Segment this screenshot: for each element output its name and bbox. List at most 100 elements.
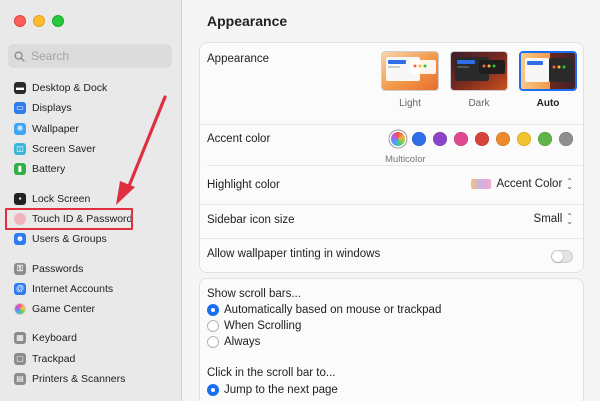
scroll-option-label: When Scrolling bbox=[224, 320, 302, 332]
auto-thumbnail[interactable] bbox=[519, 51, 577, 91]
search-input[interactable] bbox=[31, 49, 161, 63]
radio-button[interactable] bbox=[207, 304, 219, 316]
search-field[interactable] bbox=[8, 44, 172, 68]
highlight-color-swatch bbox=[471, 179, 492, 189]
dark-thumbnail[interactable] bbox=[450, 51, 508, 91]
sidebar-item-passwords[interactable]: ⚿ Passwords bbox=[0, 258, 182, 278]
sidebar-group: ▬ Desktop & Dock ▭ Displays ❋ Wallpaper ◫ Scree… bbox=[0, 78, 182, 179]
scroll-bars-label: Show scroll bars... bbox=[207, 288, 301, 300]
sidebar-item-label: Game Center bbox=[32, 303, 96, 316]
accent-swatch[interactable] bbox=[475, 132, 489, 146]
highlight-color-popup[interactable]: Accent Color ⌃ ⌄ bbox=[471, 177, 573, 191]
sidebar-item-desktop-and-dock[interactable]: ▬ Desktop & Dock bbox=[0, 78, 182, 98]
sidebar-item-label: Screen Saver bbox=[32, 143, 96, 156]
sidebar-item-internet-accounts[interactable]: @ Internet Accounts bbox=[0, 279, 182, 299]
accent-swatch[interactable] bbox=[559, 132, 573, 146]
sidebar-item-label: Internet Accounts bbox=[32, 282, 114, 295]
sidebar-item-battery[interactable]: ▮ Battery bbox=[0, 159, 182, 179]
appearance-row: Appearance Light Dark Auto bbox=[200, 43, 583, 125]
wallpaper-tinting-label: Allow wallpaper tinting in windows bbox=[207, 248, 381, 260]
sidebar-item-label: Users & Groups bbox=[32, 233, 107, 246]
dock-icon: ▬ bbox=[14, 82, 26, 95]
keyboard-icon: ▦ bbox=[14, 332, 26, 345]
printer-icon: ▤ bbox=[14, 373, 26, 385]
sidebar-item-users-and-groups[interactable]: ☻ Users & Groups bbox=[0, 229, 182, 249]
accent-color-label: Accent color bbox=[207, 133, 271, 145]
accent-selected-name: Multicolor bbox=[385, 154, 426, 165]
trackpad-icon: ▢ bbox=[14, 352, 26, 365]
sidebar-item-label: Passwords bbox=[32, 262, 84, 275]
sidebar-item-lock-screen[interactable]: ▪ Lock Screen bbox=[0, 188, 182, 208]
accent-swatch[interactable] bbox=[517, 132, 531, 146]
accent-swatch-multicolor[interactable] bbox=[391, 132, 405, 146]
accent-color-row: Accent color Multicolor bbox=[200, 125, 583, 165]
lock-icon: ▪ bbox=[14, 192, 26, 205]
search-icon bbox=[14, 50, 25, 62]
sidebar-group: ⚿ Passwords @ Internet Accounts Game Center bbox=[0, 258, 182, 319]
wallpaper-tinting-toggle[interactable] bbox=[551, 250, 573, 263]
appearance-label: Appearance bbox=[207, 53, 270, 65]
appearance-option-dark[interactable]: Dark bbox=[450, 51, 508, 109]
appearance-option-auto[interactable]: Auto bbox=[519, 51, 577, 109]
sidebar: ▬ Desktop & Dock ▭ Displays ❋ Wallpaper ◫ Scree… bbox=[0, 0, 182, 401]
click-option-next-page[interactable]: Jump to the next page bbox=[207, 384, 338, 396]
scroll-option-always[interactable]: Always bbox=[207, 336, 260, 348]
accent-swatch[interactable] bbox=[412, 132, 426, 146]
accent-swatch[interactable] bbox=[433, 132, 447, 146]
fingerprint-icon bbox=[14, 212, 26, 225]
at-icon: @ bbox=[14, 282, 26, 295]
key-icon: ⚿ bbox=[14, 262, 26, 275]
chevron-updown-icon: ⌃ ⌄ bbox=[566, 212, 573, 226]
highlight-color-value: Accent Color bbox=[496, 178, 563, 190]
appearance-light-label: Light bbox=[399, 98, 421, 109]
appearance-options: Light Dark Auto bbox=[381, 51, 577, 109]
close-button[interactable] bbox=[14, 15, 26, 27]
highlight-color-row: Highlight color Accent Color ⌃ ⌄ bbox=[200, 171, 583, 205]
sidebar-item-screen-saver[interactable]: ◫ Screen Saver bbox=[0, 139, 182, 159]
sidebar-item-trackpad[interactable]: ▢ Trackpad bbox=[0, 349, 182, 369]
sidebar-item-keyboard[interactable]: ▦ Keyboard bbox=[0, 328, 182, 348]
sidebar-item-label: Trackpad bbox=[32, 352, 76, 365]
wallpaper-tinting-row: Allow wallpaper tinting in windows bbox=[200, 239, 583, 274]
sidebar-item-wallpaper[interactable]: ❋ Wallpaper bbox=[0, 119, 182, 139]
scroll-bars-panel: Show scroll bars... Automatically based … bbox=[199, 278, 584, 401]
accent-swatch[interactable] bbox=[538, 132, 552, 146]
radio-button[interactable] bbox=[207, 320, 219, 332]
sidebar-item-printers-and-scanners[interactable]: ▤ Printers & Scanners bbox=[0, 369, 182, 389]
wallpaper-icon: ❋ bbox=[14, 122, 26, 135]
scroll-option-label: Automatically based on mouse or trackpad bbox=[224, 304, 442, 316]
chevron-updown-icon: ⌃ ⌄ bbox=[566, 177, 573, 191]
sidebar-item-label: Desktop & Dock bbox=[32, 82, 108, 95]
accent-swatch[interactable] bbox=[496, 132, 510, 146]
radio-button[interactable] bbox=[207, 336, 219, 348]
page-title: Appearance bbox=[207, 13, 288, 29]
display-icon: ▭ bbox=[14, 102, 26, 115]
screen-saver-icon: ◫ bbox=[14, 143, 26, 156]
radio-button[interactable] bbox=[207, 384, 219, 396]
sidebar-icon-size-label: Sidebar icon size bbox=[207, 214, 295, 226]
scroll-option-when-scrolling[interactable]: When Scrolling bbox=[207, 320, 301, 332]
sidebar-group: ▦ Keyboard ▢ Trackpad ▤ Printers & Scanners bbox=[0, 328, 182, 389]
toggle-knob bbox=[552, 251, 563, 262]
accent-swatch[interactable] bbox=[454, 132, 468, 146]
appearance-panel: Appearance Light Dark Auto Accent color … bbox=[199, 42, 584, 273]
sidebar-item-game-center[interactable]: Game Center bbox=[0, 299, 182, 319]
scroll-option-label: Always bbox=[224, 336, 261, 348]
sidebar-nav: ▬ Desktop & Dock ▭ Displays ❋ Wallpaper ◫ Scree… bbox=[0, 78, 182, 398]
scroll-option-automatic[interactable]: Automatically based on mouse or trackpad bbox=[207, 304, 441, 316]
divider bbox=[207, 165, 583, 166]
sidebar-icon-size-popup[interactable]: Small ⌃ ⌄ bbox=[534, 212, 573, 226]
zoom-button[interactable] bbox=[52, 15, 64, 27]
click-scroll-label: Click in the scroll bar to... bbox=[207, 367, 336, 379]
minimize-button[interactable] bbox=[33, 15, 45, 27]
sidebar-icon-size-row: Sidebar icon size Small ⌃ ⌄ bbox=[200, 205, 583, 239]
system-settings-window: ▬ Desktop & Dock ▭ Displays ❋ Wallpaper ◫ Scree… bbox=[0, 0, 600, 401]
sidebar-item-touch-id-and-password[interactable]: Touch ID & Password bbox=[0, 207, 182, 230]
sidebar-group: ▪ Lock Screen Touch ID & Password ☻ Users & … bbox=[0, 188, 182, 249]
appearance-auto-label: Auto bbox=[536, 98, 560, 109]
appearance-option-light[interactable]: Light bbox=[381, 51, 439, 109]
sidebar-item-label: Battery bbox=[32, 163, 66, 176]
sidebar-item-displays[interactable]: ▭ Displays bbox=[0, 98, 182, 118]
light-thumbnail[interactable] bbox=[381, 51, 439, 91]
sidebar-item-label: Wallpaper bbox=[32, 122, 79, 135]
